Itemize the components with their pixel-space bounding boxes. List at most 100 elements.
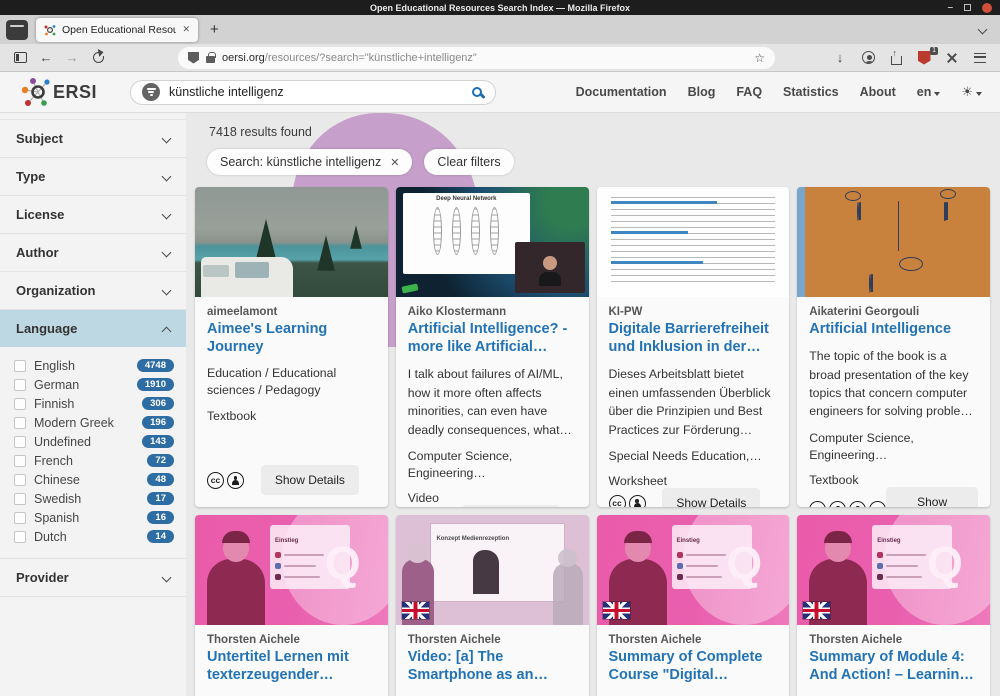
nav-blog[interactable]: Blog — [688, 85, 716, 99]
lock-icon[interactable] — [206, 56, 215, 63]
card-title-link[interactable]: Artificial Intelligence? - more like Art… — [408, 320, 577, 356]
card-author: Thorsten Aichele — [408, 634, 577, 646]
checkbox[interactable] — [14, 531, 26, 543]
license-link[interactable]: cc $ = — [809, 501, 886, 507]
sun-icon: ☀ — [961, 84, 973, 99]
extension-badge: 1 — [930, 47, 938, 55]
new-tab-button[interactable]: + — [210, 21, 219, 38]
checkbox[interactable] — [14, 493, 26, 505]
downloads-button[interactable]: ↓ — [828, 47, 852, 69]
language-option-finnish[interactable]: Finnish306 — [14, 394, 174, 413]
card-thumbnail-illustration[interactable]: Konzept Medienrezeption — [396, 515, 589, 625]
cc-by-icon — [829, 501, 846, 507]
card-subject: Education / Educational sciences / Pedag… — [207, 365, 376, 399]
share-button[interactable] — [884, 47, 908, 69]
language-dropdown[interactable]: en — [917, 85, 941, 99]
theme-toggle[interactable]: ☀ — [961, 84, 982, 100]
clear-filters-button[interactable]: Clear filters — [424, 149, 513, 175]
nav-faq[interactable]: FAQ — [736, 85, 762, 99]
card-title-link[interactable]: Summary of Module 4: And Action! – Learn… — [809, 648, 978, 684]
card-thumbnail-video[interactable]: Q Einstieg — [797, 515, 990, 625]
license-link[interactable]: cc — [609, 495, 646, 507]
language-option-dutch[interactable]: Dutch14 — [14, 527, 174, 546]
card-thumbnail-worksheet[interactable] — [597, 187, 790, 297]
forward-button[interactable]: → — [60, 47, 84, 69]
results-count: 7418 results found — [209, 125, 990, 139]
filter-subject[interactable]: Subject — [0, 119, 186, 158]
language-option-spanish[interactable]: Spanish16 — [14, 508, 174, 527]
url-domain: oersi.org — [222, 52, 265, 64]
language-option-undefined[interactable]: Undefined143 — [14, 432, 174, 451]
remove-filter-icon[interactable]: ✕ — [390, 156, 399, 169]
bookmark-star-icon[interactable]: ☆ — [754, 51, 765, 65]
checkbox[interactable] — [14, 474, 26, 486]
language-option-modern-greek[interactable]: Modern Greek196 — [14, 413, 174, 432]
filter-license[interactable]: License — [0, 196, 186, 234]
checkbox[interactable] — [14, 512, 26, 524]
card-thumbnail-video[interactable]: Q Einstieg — [597, 515, 790, 625]
card-title-link[interactable]: Untertitel Lernen mit texterzeugender… — [207, 648, 376, 684]
show-details-button[interactable]: Show Details — [462, 505, 560, 507]
checkbox[interactable] — [14, 417, 26, 429]
language-option-english[interactable]: English4748 — [14, 356, 174, 375]
language-option-french[interactable]: French72 — [14, 451, 174, 470]
search-input[interactable] — [169, 85, 463, 99]
site-header: ERSI Documentation Blog FAQ Statistics A… — [0, 72, 1000, 113]
card-title-link[interactable]: Aimee's Learning Journey — [207, 320, 376, 356]
card-title-link[interactable]: Artificial Intelligence — [809, 320, 978, 338]
show-details-button[interactable]: Show Details — [261, 465, 359, 495]
back-button[interactable]: ← — [34, 47, 58, 69]
filter-sidebar: Subject Type License Author Organization… — [0, 113, 186, 696]
show-details-button[interactable]: Show Details — [886, 487, 978, 507]
sidebar-toggle-button[interactable] — [8, 47, 32, 69]
nav-about[interactable]: About — [860, 85, 896, 99]
oersi-logo[interactable]: ERSI — [18, 75, 97, 109]
card-title-link[interactable]: Video: [a] The Smartphone as an Alarm Ma… — [408, 648, 577, 684]
menu-button[interactable] — [968, 47, 992, 69]
tracking-protection-icon[interactable] — [188, 52, 199, 64]
filter-provider[interactable]: Provider — [0, 559, 186, 597]
tab-close-icon[interactable]: ✕ — [182, 24, 190, 35]
browser-tab[interactable]: Open Educational Resource ✕ — [36, 18, 198, 42]
checkbox[interactable] — [14, 436, 26, 448]
checkbox[interactable] — [14, 360, 26, 372]
card-thumbnail-book-cover[interactable] — [797, 187, 990, 297]
checkbox[interactable] — [14, 455, 26, 467]
language-option-swedish[interactable]: Swedish17 — [14, 489, 174, 508]
checkbox[interactable] — [14, 379, 26, 391]
filter-author[interactable]: Author — [0, 234, 186, 272]
card-thumbnail-neural-network[interactable]: Deep Neural Network — [396, 187, 589, 297]
ublock-extension-button[interactable]: 1 — [912, 47, 936, 69]
license-link[interactable]: cc — [207, 472, 244, 489]
scissors-icon — [946, 52, 958, 64]
card-title-link[interactable]: Digitale Barrierefreiheit und Inklusion … — [609, 320, 778, 356]
screenshot-tool-button[interactable] — [940, 47, 964, 69]
firefox-view-icon[interactable] — [6, 20, 28, 40]
nav-documentation[interactable]: Documentation — [576, 85, 667, 99]
card-title-link[interactable]: Summary of Complete Course "Digital Lear… — [609, 648, 778, 684]
card-thumbnail-video[interactable]: Q Einstieg — [195, 515, 388, 625]
maximize-button[interactable] — [964, 4, 971, 11]
result-card: Q Einstieg Thorsten Aichele Summary of C… — [597, 515, 790, 696]
search-icon[interactable] — [472, 87, 482, 97]
show-details-button[interactable]: Show Details — [662, 488, 760, 507]
filter-organization[interactable]: Organization — [0, 272, 186, 310]
account-button[interactable] — [856, 47, 880, 69]
minimize-button[interactable]: – — [947, 5, 953, 11]
slide-title: Einstieg — [877, 538, 900, 544]
filter-language[interactable]: Language — [0, 310, 186, 347]
checkbox[interactable] — [14, 398, 26, 410]
card-author: Aiko Klostermann — [408, 306, 577, 318]
language-option-chinese[interactable]: Chinese48 — [14, 470, 174, 489]
reload-button[interactable] — [86, 47, 110, 69]
url-bar[interactable]: oersi.org/resources/?search="künstliche+… — [178, 47, 775, 69]
language-option-german[interactable]: German1910 — [14, 375, 174, 394]
filter-type[interactable]: Type — [0, 158, 186, 196]
search-filter-icon[interactable] — [142, 83, 160, 101]
close-button[interactable] — [982, 3, 992, 13]
nav-statistics[interactable]: Statistics — [783, 85, 839, 99]
card-thumbnail-mountain[interactable] — [195, 187, 388, 297]
card-author: KI-PW — [609, 306, 778, 318]
window-title: Open Educational Resources Search Index … — [370, 3, 630, 13]
list-all-tabs-icon[interactable] — [978, 25, 988, 35]
